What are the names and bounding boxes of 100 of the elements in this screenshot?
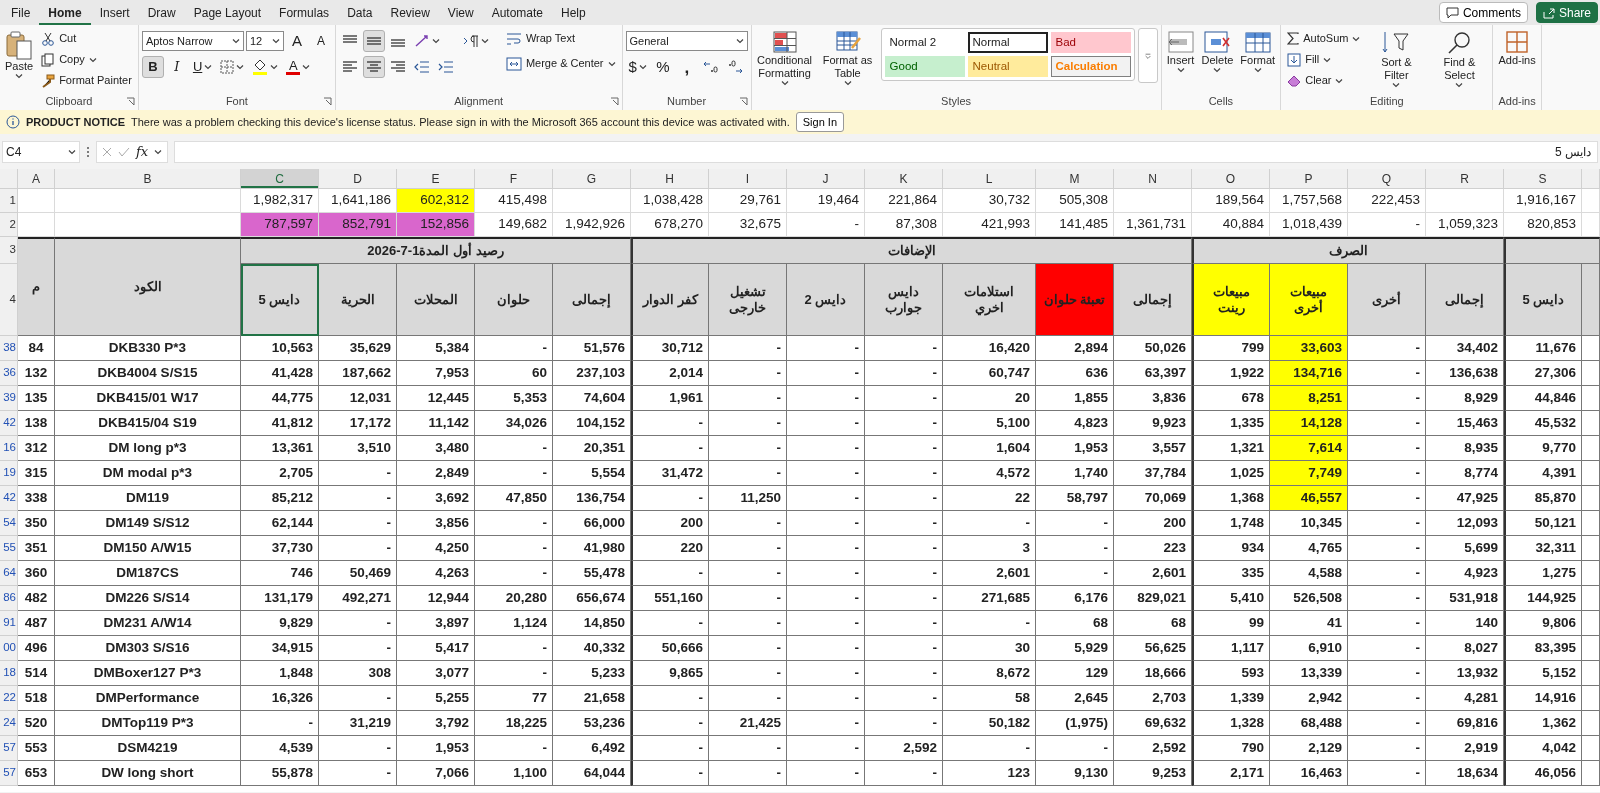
row-header[interactable]: 22 [0, 686, 18, 711]
comments-button[interactable]: Comments [1438, 2, 1528, 23]
row-header[interactable]: 38 [0, 336, 18, 361]
bold-button[interactable]: B [141, 56, 164, 78]
delete-cells-button[interactable]: Delete [1199, 28, 1236, 76]
add-ins-button[interactable]: Add-ins [1496, 28, 1538, 70]
paste-button[interactable]: Paste [3, 28, 36, 82]
middle-align-button[interactable] [362, 30, 385, 52]
row-header[interactable]: 19 [0, 461, 18, 486]
fill-button[interactable]: Fill [1284, 49, 1364, 70]
column-header[interactable]: I [709, 169, 787, 189]
row-header[interactable]: 18 [0, 661, 18, 686]
sign-in-button[interactable]: Sign In [795, 111, 844, 133]
center-button[interactable] [362, 56, 385, 78]
column-header[interactable]: E [397, 169, 475, 189]
row-header[interactable]: 55 [0, 536, 18, 561]
menu-tab[interactable]: File [2, 0, 40, 25]
name-box[interactable]: C4 [2, 140, 80, 163]
row-header[interactable]: 16 [0, 436, 18, 461]
row-header[interactable]: 54 [0, 511, 18, 536]
cell-style[interactable]: Neutral [967, 56, 1048, 77]
column-header[interactable]: O [1192, 169, 1270, 189]
column-header[interactable]: B [55, 169, 241, 189]
table-cell: 55,478 [553, 561, 631, 586]
row-header[interactable]: 86 [0, 586, 18, 611]
wrap-text-button[interactable]: Wrap Text [502, 28, 619, 49]
empty-cell [1582, 711, 1600, 736]
column-header[interactable]: H [631, 169, 709, 189]
menu-tab[interactable]: Help [552, 0, 595, 25]
row-header[interactable]: 4 [0, 264, 18, 336]
column-header[interactable]: G [553, 169, 631, 189]
row-header[interactable]: 91 [0, 611, 18, 636]
column-header[interactable]: L [943, 169, 1036, 189]
column-header[interactable]: M [1036, 169, 1114, 189]
format-as-table-button[interactable]: Format as Table [817, 28, 878, 89]
menu-tab[interactable]: Review [381, 0, 439, 25]
font-color-button[interactable]: A [283, 56, 314, 78]
format-painter-button[interactable]: Format Painter [38, 70, 135, 91]
menu-tab[interactable]: Insert [90, 0, 139, 25]
column-header[interactable]: R [1426, 169, 1504, 189]
percent-button[interactable]: % [651, 56, 674, 78]
row-header[interactable]: 2 [0, 213, 18, 237]
row-header[interactable]: 36 [0, 361, 18, 386]
column-header[interactable]: Q [1348, 169, 1426, 189]
italic-button[interactable]: I [165, 56, 188, 78]
table-cell: 1,275 [1504, 561, 1582, 586]
autosum-button[interactable]: AutoSum [1284, 28, 1364, 49]
row-header[interactable]: 57 [0, 761, 18, 786]
column-header[interactable]: S [1504, 169, 1582, 189]
menu-tab[interactable]: View [438, 0, 483, 25]
column-header[interactable]: P [1270, 169, 1348, 189]
column-header[interactable]: A [18, 169, 55, 189]
currency-button[interactable]: $ [625, 56, 650, 78]
find-select-button[interactable]: Find & Select [1429, 28, 1490, 91]
font-name-dropdown[interactable]: Aptos Narrow [141, 31, 244, 51]
sort-filter-button[interactable]: Sort & Filter [1366, 28, 1427, 91]
clear-button[interactable]: Clear [1284, 70, 1364, 91]
formula-input[interactable]: دايس 5 [174, 140, 1598, 163]
menu-tab[interactable]: Automate [482, 0, 552, 25]
row-header[interactable]: 42 [0, 486, 18, 511]
underline-button[interactable]: U [189, 56, 216, 78]
menu-tab[interactable]: Page Layout [184, 0, 271, 25]
merge-center-button[interactable]: Merge & Center [502, 53, 619, 74]
column-header[interactable]: C [241, 169, 319, 189]
cell-style[interactable]: Bad [1050, 32, 1131, 53]
cell-style[interactable]: Normal [967, 32, 1048, 53]
cut-button[interactable]: Cut [38, 28, 135, 49]
menu-tab[interactable]: Formulas [270, 0, 339, 25]
cell-style[interactable]: Good [884, 56, 965, 77]
add-ins-grid-icon [1505, 30, 1530, 54]
row-header[interactable]: 64 [0, 561, 18, 586]
row-header[interactable]: 24 [0, 711, 18, 736]
column-header[interactable]: F [475, 169, 553, 189]
column-header[interactable]: J [787, 169, 865, 189]
check-icon [118, 146, 130, 157]
column-header[interactable]: K [865, 169, 943, 189]
conditional-formatting-button[interactable]: Conditional Formatting [754, 28, 815, 89]
copy-button[interactable]: Copy [38, 49, 135, 70]
shrink-font-button[interactable]: A [309, 30, 332, 52]
row-header[interactable]: 42 [0, 411, 18, 436]
row-header[interactable]: 00 [0, 636, 18, 661]
menu-tab[interactable]: Draw [138, 0, 185, 25]
number-format-dropdown[interactable]: General [625, 31, 748, 51]
row-header[interactable]: 3 [0, 237, 18, 264]
share-button[interactable]: Share [1535, 2, 1598, 23]
table-cell: 152,856 [397, 213, 475, 237]
column-header[interactable]: D [319, 169, 397, 189]
row-header[interactable]: 39 [0, 386, 18, 411]
font-size-dropdown[interactable]: 12 [245, 31, 284, 51]
comma-style-button[interactable]: , [675, 56, 698, 78]
grow-font-button[interactable]: A [285, 30, 308, 52]
menu-tab[interactable]: Home [39, 0, 91, 25]
row-header[interactable]: 57 [0, 736, 18, 761]
format-cells-button[interactable]: Format [1238, 28, 1278, 76]
insert-function-button[interactable]: fx [136, 141, 149, 162]
insert-cells-button[interactable]: Insert [1164, 28, 1197, 76]
row-header[interactable]: 1 [0, 189, 18, 213]
table-cell: 5,100 [943, 411, 1036, 436]
column-header[interactable]: N [1114, 169, 1192, 189]
menu-tab[interactable]: Data [338, 0, 382, 25]
